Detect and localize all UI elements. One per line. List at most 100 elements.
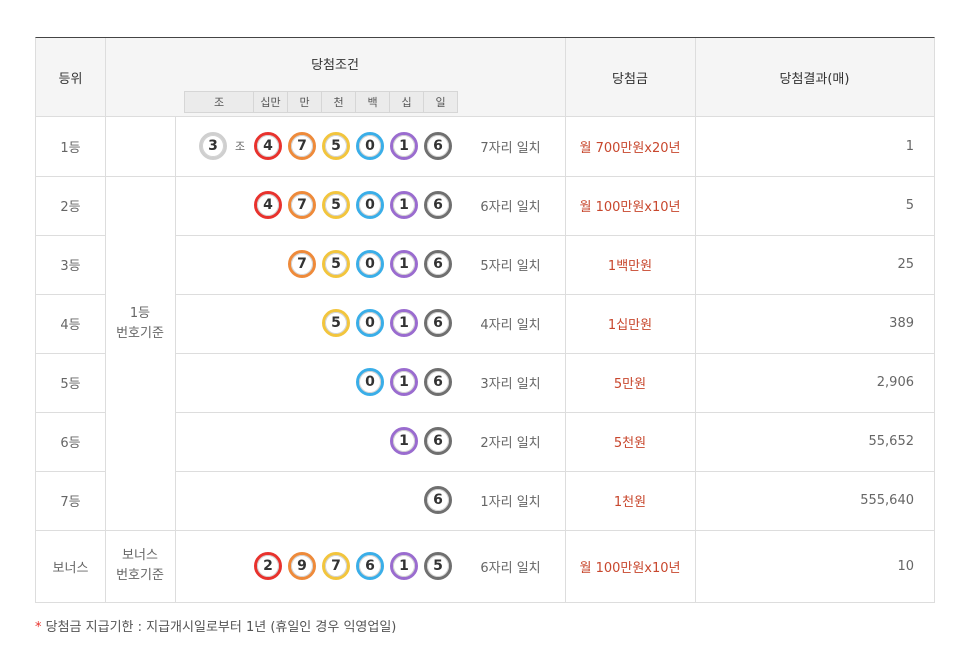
number-ball: 5 (322, 309, 350, 337)
number-ball: 1 (390, 132, 418, 160)
row-prize: 1십만원 (607, 318, 653, 333)
row-match: 6자리 일치 (480, 560, 541, 576)
header-condition: 당첨조건 (311, 57, 359, 73)
criteria-main: 1등 번호기준 (116, 305, 164, 341)
row-match: 6자리 일치 (480, 200, 541, 215)
digit-100k: 십만 (253, 92, 287, 112)
row-prize: 월 100만원x10년 (579, 560, 681, 576)
ball-number: 7 (291, 194, 313, 216)
ball-number: 0 (359, 371, 381, 393)
number-ball: 5 (322, 250, 350, 278)
row-rank: 7등 (60, 495, 81, 510)
header-rank: 등위 (58, 72, 83, 87)
row-match: 5자리 일치 (480, 259, 541, 274)
row-rank: 4등 (60, 318, 81, 333)
row-rank: 6등 (60, 436, 81, 451)
row-count: 1 (905, 139, 914, 154)
number-ball: 1 (390, 191, 418, 219)
row-rank: 보너스 (52, 560, 89, 576)
number-ball: 6 (424, 191, 452, 219)
number-ball: 1 (390, 250, 418, 278)
ball-number: 6 (427, 430, 449, 452)
row-match: 7자리 일치 (480, 141, 541, 156)
row-prize: 1천원 (613, 495, 647, 510)
ball-number: 6 (427, 371, 449, 393)
number-ball: 6 (424, 486, 452, 514)
ball-number: 1 (393, 430, 415, 452)
ball-number: 9 (291, 555, 313, 577)
ball-number: 4 (257, 135, 279, 157)
row-match: 1자리 일치 (480, 495, 541, 510)
ball-number: 5 (325, 312, 347, 334)
number-ball: 5 (322, 191, 350, 219)
number-ball: 6 (424, 132, 452, 160)
ball-number: 0 (359, 253, 381, 275)
number-ball: 1 (390, 427, 418, 455)
ball-number: 1 (393, 555, 415, 577)
ball-number: 6 (359, 555, 381, 577)
row-match: 4자리 일치 (480, 318, 541, 333)
digit-place-header: 조 십만 만 천 백 십 일 (184, 91, 458, 113)
ball-number: 6 (427, 489, 449, 511)
row-prize: 월 700만원x20년 (579, 141, 681, 156)
ball-number: 5 (325, 194, 347, 216)
number-ball: 5 (322, 132, 350, 160)
digit-10: 십 (389, 92, 423, 112)
ball-number: 5 (325, 135, 347, 157)
ball-number: 6 (427, 194, 449, 216)
number-ball: 1 (390, 309, 418, 337)
row-count: 25 (897, 257, 914, 272)
ball-number: 6 (427, 312, 449, 334)
number-ball: 4 (254, 191, 282, 219)
number-ball: 1 (390, 368, 418, 396)
jo-label: 조 (235, 140, 246, 153)
row-match: 3자리 일치 (480, 377, 541, 392)
row-prize: 월 100만원x10년 (579, 200, 681, 215)
ball-number: 2 (257, 555, 279, 577)
digit-10k: 만 (287, 92, 321, 112)
row-rank: 3등 (60, 259, 81, 274)
ball-number: 7 (291, 135, 313, 157)
row-rank: 2등 (60, 200, 81, 215)
row-prize: 1백만원 (607, 259, 653, 274)
number-ball: 0 (356, 309, 384, 337)
ball-number: 1 (393, 135, 415, 157)
footnote-text: 당첨금 지급기한 : 지급개시일로부터 1년 (휴일인 경우 익영업일) (45, 620, 397, 635)
row-prize: 5만원 (613, 377, 647, 392)
ball-number: 7 (291, 253, 313, 275)
number-ball: 6 (424, 250, 452, 278)
ball-number: 7 (325, 555, 347, 577)
number-ball: 7 (288, 191, 316, 219)
row-count: 5 (905, 198, 914, 213)
row-rank: 5등 (60, 377, 81, 392)
bonus-number-ball: 7 (322, 552, 350, 580)
footnote-star: * (35, 620, 42, 635)
ball-number: 1 (393, 312, 415, 334)
header-prize: 당첨금 (612, 72, 648, 87)
ball-number: 1 (393, 371, 415, 393)
bonus-number-ball: 5 (424, 552, 452, 580)
row-prize: 5천원 (613, 436, 647, 451)
jo-ball: 3 (199, 132, 227, 160)
number-ball: 6 (424, 368, 452, 396)
row-count: 55,652 (868, 434, 915, 449)
number-ball: 0 (356, 250, 384, 278)
bonus-number-ball: 1 (390, 552, 418, 580)
row-rank: 1등 (60, 141, 81, 156)
digit-jo: 조 (213, 96, 225, 109)
number-ball: 7 (288, 250, 316, 278)
ball-number: 5 (325, 253, 347, 275)
number-ball: 0 (356, 191, 384, 219)
row-count: 389 (889, 316, 914, 331)
prize-table: 등위 당첨조건 당첨금 당첨결과(매) 조 십만 만 천 백 십 일 1등 번호… (35, 37, 935, 603)
criteria-bonus: 보너스 번호기준 (116, 548, 164, 583)
bonus-number-ball: 2 (254, 552, 282, 580)
ball-number: 6 (427, 135, 449, 157)
number-ball: 0 (356, 368, 384, 396)
ball-number: 6 (427, 253, 449, 275)
digit-1: 일 (423, 92, 457, 112)
digit-100: 백 (355, 92, 389, 112)
ball-number: 3 (202, 135, 224, 157)
number-ball: 6 (424, 427, 452, 455)
ball-number: 0 (359, 194, 381, 216)
